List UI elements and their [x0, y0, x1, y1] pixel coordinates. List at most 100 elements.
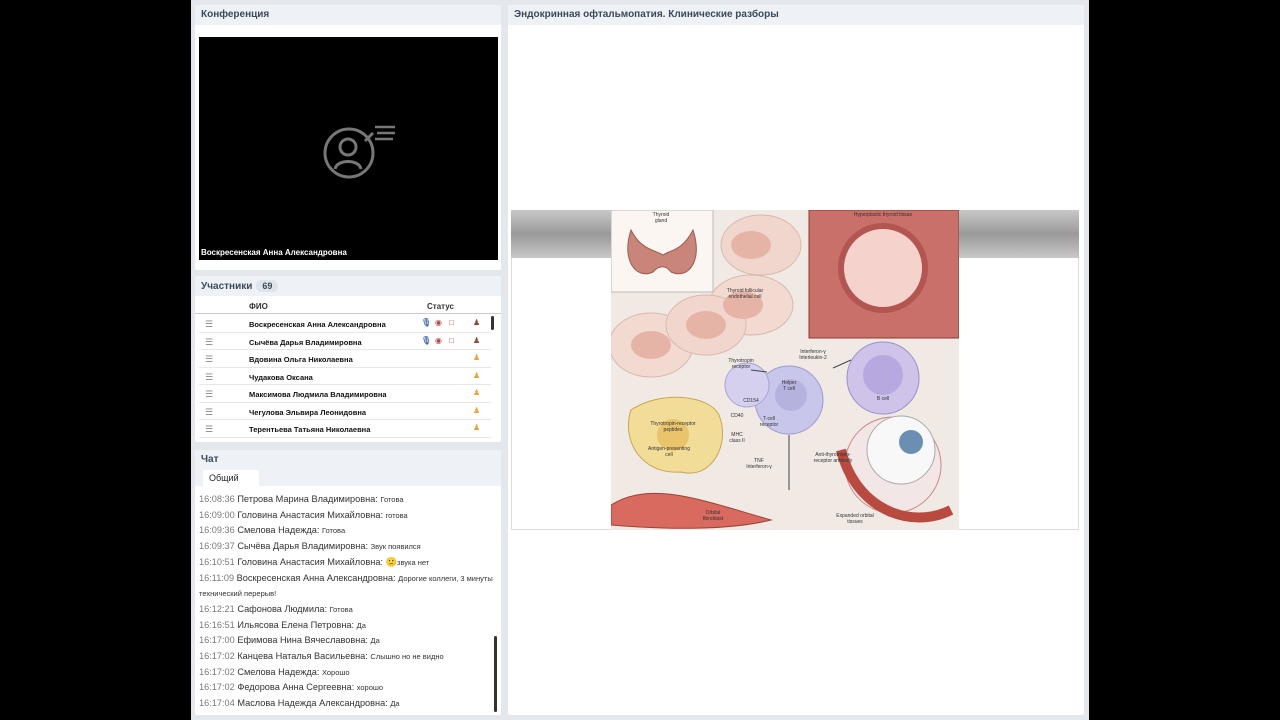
chat-message: 16:09:36 Смелова Надежда: Готова — [199, 523, 493, 539]
chat-message-time: 16:09:36 — [199, 525, 235, 536]
row-menu-icon[interactable]: ☰ — [205, 319, 213, 330]
chat-message: 16:08:36 Петрова Марина Владимировна: Го… — [199, 492, 493, 508]
svg-text:CD40: CD40 — [731, 413, 744, 419]
chat-message-text: Да — [390, 699, 400, 709]
participant-name: Максимова Людмила Владимировна — [249, 390, 387, 399]
chat-message: 16:17:02 Федорова Анна Сергеевна: хорошо — [199, 680, 493, 696]
svg-text:class II: class II — [729, 438, 745, 444]
chat-message-text: хорошо — [356, 683, 384, 693]
svg-text:cell: cell — [665, 452, 673, 458]
chat-message-author: Сычёва Дарья Владимировна: — [237, 541, 369, 552]
camera-off-icon[interactable]: ◉ — [435, 336, 442, 345]
chat-message: 16:17:02 Смелова Надежда: Хорошо — [199, 665, 493, 681]
user-role-icon: ♟ — [473, 405, 481, 415]
app-stage: Конференция Воскресенская Анна Александр… — [191, 0, 1089, 720]
chat-message-text: Хорошо — [321, 667, 350, 677]
microphone-icon[interactable]: 🎙 — [421, 318, 431, 327]
presenter-role-icon: ♟ — [473, 335, 481, 345]
svg-text:Hyperplastic thyroid tissue: Hyperplastic thyroid tissue — [854, 212, 913, 218]
svg-text:CD154: CD154 — [743, 398, 759, 404]
participants-list: ☰ Воскресенская Анна Александровна 🎙 ◉ □… — [199, 315, 491, 438]
chat-message-author: Головина Анастасия Михайловна: — [237, 509, 383, 520]
svg-text:receptor antibody: receptor antibody — [814, 458, 853, 464]
svg-text:peptides: peptides — [664, 427, 683, 433]
chat-message: 16:11:09 Воскресенская Анна Александровн… — [199, 571, 493, 602]
chat-message: 16:17:00 Ефимова Нина Вячеславовна: Да — [199, 633, 493, 649]
chat-title: Чат — [195, 450, 501, 470]
chat-message-time: 16:12:21 — [199, 603, 235, 614]
slide-band-left — [511, 210, 611, 258]
chat-message-text: звука нет — [397, 557, 430, 567]
row-menu-icon[interactable]: ☰ — [205, 389, 213, 400]
participant-name: Чудакова Оксана — [249, 372, 313, 382]
participant-row[interactable]: ☰ Воскресенская Анна Александровна 🎙 ◉ □… — [199, 315, 491, 333]
svg-text:gland: gland — [655, 218, 667, 224]
chat-message-author: Федорова Анна Сергеевна: — [237, 682, 355, 693]
chat-tab-general[interactable]: Общий — [203, 470, 259, 486]
column-status[interactable]: Статус — [427, 302, 454, 311]
participants-title: Участники — [201, 281, 253, 292]
row-menu-icon[interactable]: ☰ — [205, 354, 213, 365]
svg-text:Interferon-γ: Interferon-γ — [746, 464, 772, 470]
screen-share-icon[interactable]: □ — [449, 336, 454, 345]
chat-scrollbar[interactable] — [494, 636, 497, 712]
chat-message-time: 16:11:09 — [199, 572, 235, 583]
row-menu-icon[interactable]: ☰ — [205, 407, 213, 418]
participant-name: Чегулова Эльвира Леонидовна — [249, 407, 367, 417]
chat-message-text: Готова — [329, 604, 353, 614]
chat-message: 16:10:51 Головина Анастасия Михайловна: … — [199, 555, 493, 571]
slide-area: Thyroid gland Hyperplastic thyroid tissue… — [511, 210, 1079, 530]
participant-name: Терентьева Татьяна Николаевна — [249, 425, 371, 434]
chat-messages: 16:08:36 Петрова Марина Владимировна: Го… — [199, 486, 493, 715]
chat-message-author: Сафонова Людмила: — [237, 603, 328, 614]
video-view[interactable]: Воскресенская Анна Александровна — [199, 37, 498, 260]
svg-text:tissues: tissues — [847, 519, 863, 525]
speaker-chat-icon — [323, 125, 395, 179]
chat-message-author: Канцева Наталья Васильевна: — [237, 651, 368, 662]
chat-message-text: готова — [385, 510, 408, 520]
participants-count: 69 — [256, 280, 279, 292]
chat-message-time: 16:17:02 — [199, 682, 235, 693]
user-role-icon: ♟ — [473, 423, 481, 432]
ophthalmopathy-illustration: Thyroidgland Hyperplastic thyroid tissue… — [611, 210, 959, 530]
chat-message-text: Да — [356, 620, 366, 630]
microphone-icon[interactable]: 🎙 — [421, 336, 431, 345]
slide-image: Thyroid gland Hyperplastic thyroid tissue… — [611, 210, 959, 530]
chat-message: 16:09:00 Головина Анастасия Михайловна: … — [199, 508, 493, 524]
participant-name: Вдовина Ольга Николаевна — [249, 355, 353, 364]
row-menu-icon[interactable]: ☰ — [205, 424, 213, 435]
participant-row[interactable]: ☰ Чудакова Оксана ♟ — [199, 368, 491, 385]
chat-message-author: Головина Анастасия Михайловна: — [237, 556, 383, 567]
camera-off-icon[interactable]: ◉ — [435, 318, 442, 327]
chat-message-author: Ефимова Нина Вячеславовна: — [237, 635, 368, 646]
chat-message-text: Готова — [321, 526, 346, 536]
svg-text:receptor: receptor — [732, 364, 751, 370]
participant-row[interactable]: ☰ Сычёва Дарья Владимировна 🎙 ◉ □ ♟ — [199, 333, 491, 350]
user-role-icon: ♟ — [473, 388, 481, 397]
screen-share-icon[interactable]: □ — [449, 318, 454, 327]
conference-panel: Конференция Воскресенская Анна Александр… — [195, 5, 501, 270]
column-name[interactable]: ФИО — [249, 302, 268, 311]
chat-message-time: 16:08:36 — [199, 494, 235, 504]
svg-text:fibroblast: fibroblast — [703, 516, 724, 522]
row-menu-icon[interactable]: ☰ — [205, 372, 213, 383]
row-menu-icon[interactable]: ☰ — [205, 337, 213, 348]
participant-name: Сычёва Дарья Владимировна — [249, 337, 362, 347]
chat-message-author: Воскресенская Анна Александровна: — [236, 572, 396, 583]
conference-title: Конференция — [195, 5, 501, 25]
participants-header: Участники 69 — [195, 276, 501, 296]
chat-message-author: Смелова Надежда: — [237, 525, 320, 536]
user-role-icon: ♟ — [473, 353, 481, 362]
chat-message: 16:16:51 Ильясова Елена Петровна: Да — [199, 618, 493, 634]
participant-row[interactable]: ☰ Терентьева Татьяна Николаевна ♟ — [199, 420, 491, 438]
participants-scrollbar[interactable] — [491, 316, 494, 330]
chat-message-time: 16:17:06 — [199, 714, 235, 715]
chat-message: 16:12:21 Сафонова Людмила: Готова — [199, 602, 493, 618]
chat-message: 16:09:37 Сычёва Дарья Владимировна: Звук… — [199, 539, 493, 555]
chat-message-author: Смелова Надежда: — [237, 666, 320, 677]
participant-row[interactable]: ☰ Вдовина Ольга Николаевна ♟ — [199, 350, 491, 368]
participant-row[interactable]: ☰ Чегулова Эльвира Леонидовна ♟ — [199, 403, 491, 420]
chat-message-time: 16:09:37 — [199, 541, 235, 552]
participant-name: Воскресенская Анна Александровна — [249, 320, 386, 329]
participant-row[interactable]: ☰ Максимова Людмила Владимировна ♟ — [199, 385, 491, 403]
